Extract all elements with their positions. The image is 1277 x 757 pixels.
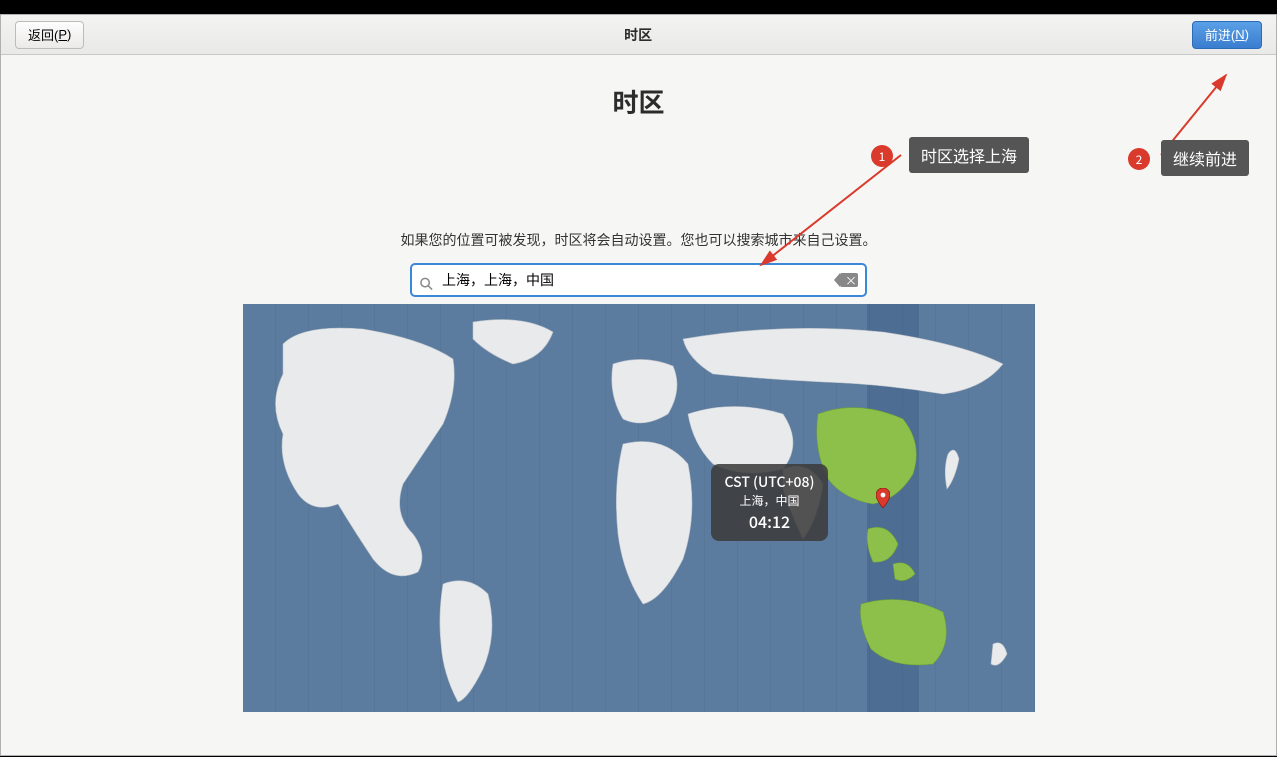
search-icon [419, 273, 434, 288]
map-pin-icon [876, 488, 890, 508]
timezone-tooltip: CST (UTC+08) 上海，中国 04:12 [711, 464, 829, 541]
back-button[interactable]: 返回(P) [15, 21, 84, 49]
tooltip-location: 上海，中国 [725, 492, 815, 509]
window: 返回(P) 时区 前进(N) 时区 如果您的位置可被发现，时区将会自动设置。您也… [0, 14, 1277, 756]
window-title: 时区 [624, 25, 652, 45]
page-heading: 时区 [1, 83, 1276, 120]
timezone-map[interactable]: CST (UTC+08) 上海，中国 04:12 [243, 304, 1035, 712]
titlebar: 返回(P) 时区 前进(N) [1, 15, 1276, 55]
annotation-callout-1: 时区选择上海 [909, 137, 1029, 173]
tooltip-time: 04:12 [725, 509, 815, 533]
content: 时区 如果您的位置可被发现，时区将会自动设置。您也可以搜索城市来自己设置。 [1, 55, 1276, 712]
next-button-prefix: 前进( [1205, 25, 1235, 44]
world-map-svg [243, 304, 1035, 712]
annotation-callout-2: 继续前进 [1161, 140, 1249, 176]
search-wrap [411, 264, 866, 296]
search-input[interactable] [411, 264, 866, 296]
annotation-badge-1: 1 [871, 145, 893, 167]
tooltip-tzcode: CST (UTC+08) [725, 472, 815, 492]
hint-text: 如果您的位置可被发现，时区将会自动设置。您也可以搜索城市来自己设置。 [1, 230, 1276, 250]
next-button-shortcut: N [1235, 27, 1244, 42]
next-button[interactable]: 前进(N) [1192, 21, 1262, 49]
back-button-shortcut: P [58, 27, 67, 42]
clear-icon[interactable] [840, 273, 858, 287]
back-button-prefix: 返回( [28, 25, 58, 44]
next-button-suffix: ) [1245, 27, 1249, 42]
back-button-suffix: ) [67, 27, 71, 42]
annotation-badge-2: 2 [1128, 148, 1150, 170]
